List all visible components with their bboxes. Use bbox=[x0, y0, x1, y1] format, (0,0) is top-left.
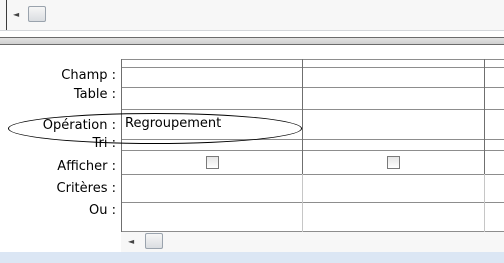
row-label-table: Table : bbox=[73, 87, 116, 102]
grid-cell-table-3[interactable] bbox=[485, 88, 504, 109]
grid-cell-tri-2[interactable] bbox=[303, 140, 484, 150]
grid-cell-operation-1[interactable]: Regroupement bbox=[122, 110, 302, 139]
row-label-champ: Champ : bbox=[61, 68, 116, 83]
grid-cell-criteres-2[interactable] bbox=[303, 175, 484, 202]
show-checkbox-2[interactable] bbox=[387, 156, 400, 169]
scroll-thumb-icon[interactable] bbox=[145, 233, 163, 249]
grid-cell-tri-3[interactable] bbox=[485, 140, 504, 150]
grid-cell-ou-1[interactable] bbox=[122, 203, 302, 231]
grid-cell-table-1[interactable] bbox=[122, 88, 302, 109]
operation-value: Regroupement bbox=[125, 116, 222, 131]
scroll-left-arrow-icon[interactable]: ◄ bbox=[13, 10, 19, 20]
grid-cell-criteres-1[interactable] bbox=[122, 175, 302, 202]
top-left-divider bbox=[6, 0, 7, 30]
grid-cell-operation-2[interactable] bbox=[303, 110, 484, 139]
top-divider bbox=[0, 30, 504, 31]
pane-splitter[interactable] bbox=[0, 37, 504, 45]
row-label-ou: Ou : bbox=[89, 203, 116, 218]
grid-cell-table-2[interactable] bbox=[303, 88, 484, 109]
grid-cell-operation-3[interactable] bbox=[485, 110, 504, 139]
grid-cell-champ-3[interactable] bbox=[485, 68, 504, 87]
row-label-operation: Opération : bbox=[42, 118, 116, 133]
top-horizontal-scrollbar[interactable]: ◄ bbox=[0, 0, 504, 30]
row-label-criteres: Critères : bbox=[56, 181, 116, 196]
query-design-grid: Regroupement bbox=[121, 59, 504, 232]
bottom-horizontal-scrollbar[interactable]: ◄ bbox=[121, 232, 504, 252]
grid-cell-afficher-3[interactable] bbox=[485, 151, 504, 174]
grid-cell-ou-2[interactable] bbox=[303, 203, 484, 231]
grid-cell-afficher-1 bbox=[122, 151, 302, 174]
scroll-left-arrow-icon[interactable]: ◄ bbox=[128, 237, 134, 247]
grid-cell-ou-3[interactable] bbox=[485, 203, 504, 231]
row-label-tri: Tri : bbox=[92, 136, 117, 151]
grid-cell-champ-2[interactable] bbox=[303, 68, 484, 87]
grid-cell-tri-1[interactable] bbox=[122, 140, 302, 150]
grid-cell-champ-1[interactable] bbox=[122, 68, 302, 87]
row-label-afficher: Afficher : bbox=[57, 159, 116, 174]
show-checkbox-1[interactable] bbox=[206, 156, 219, 169]
grid-cell-afficher-2 bbox=[303, 151, 484, 174]
grid-line bbox=[121, 59, 504, 60]
scroll-thumb-icon[interactable] bbox=[28, 6, 46, 22]
grid-cell-criteres-3[interactable] bbox=[485, 175, 504, 202]
bottom-status-strip bbox=[0, 252, 504, 263]
